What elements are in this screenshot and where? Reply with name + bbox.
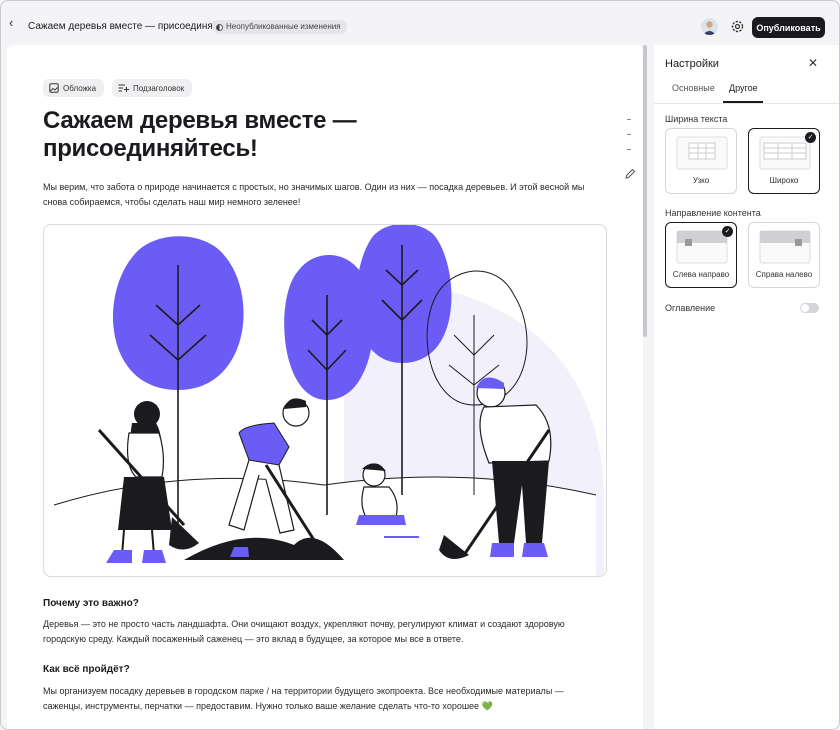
toggle-knob [801,304,809,312]
publish-button[interactable]: Опубликовать [752,17,825,38]
unpublished-changes-badge: Неопубликованные изменения [212,20,347,34]
check-icon: ✓ [805,132,816,143]
text-width-label: Ширина текста [665,114,728,124]
narrow-layout-icon [676,136,728,170]
close-icon[interactable]: ✕ [807,57,819,69]
back-chevron-icon[interactable]: ‹ [9,16,21,29]
direction-ltr-option[interactable]: Слева направо ✓ [665,222,737,288]
subtitle-label: Подзаголовок [133,83,185,93]
text-plus-icon [118,84,129,92]
outline-markers [627,119,631,164]
cover-label: Обложка [63,83,97,93]
content-direction-label: Направление контента [665,208,761,218]
badge-label: Неопубликованные изменения [226,22,341,31]
active-tab-indicator [723,101,763,103]
page-heading[interactable]: Сажаем деревья вместе — присоединяйтесь! [43,107,423,163]
section-heading-why[interactable]: Почему это важно? [43,598,139,609]
outline-marker[interactable] [627,119,631,120]
intro-paragraph[interactable]: Мы верим, что забота о природе начинаетс… [43,180,603,210]
direction-rtl-option[interactable]: Справа налево [748,222,820,288]
cover-button[interactable]: Обложка [43,79,105,97]
outline-marker[interactable] [627,149,631,150]
direction-ltr-label: Слева направо [672,270,730,279]
direction-rtl-label: Справа налево [755,270,813,279]
text-width-narrow-option[interactable]: Узко [665,128,737,194]
image-icon [49,83,59,93]
text-width-narrow-label: Узко [692,176,710,185]
gear-icon[interactable] [729,18,746,35]
avatar[interactable] [701,18,718,35]
toc-toggle[interactable] [800,303,819,313]
tab-basic[interactable]: Основные [672,83,715,93]
editor-canvas: Обложка Подзаголовок Сажаем деревья вмес… [7,45,643,729]
section-paragraph-why[interactable]: Деревья — это не просто часть ландшафта.… [43,617,603,647]
tree-planting-illustration[interactable] [43,224,607,577]
half-circle-icon [216,23,223,31]
subtitle-button[interactable]: Подзаголовок [112,79,193,97]
section-paragraph-how[interactable]: Мы организуем посадку деревьев в городск… [43,684,603,714]
tab-other[interactable]: Другое [729,83,758,93]
section-heading-how[interactable]: Как всё пройдёт? [43,664,130,675]
document-title: Сажаем деревья вместе — присоединяйтесь! [28,21,242,32]
outline-marker[interactable] [627,134,631,135]
top-bar: ‹ Сажаем деревья вместе — присоединяйтес… [1,1,839,45]
pencil-icon[interactable] [624,167,636,179]
tabs-divider [654,103,839,104]
app-window: ‹ Сажаем деревья вместе — присоединяйтес… [0,0,840,730]
text-width-wide-option[interactable]: Широко ✓ [748,128,820,194]
editor-scrollbar[interactable] [643,45,647,337]
text-width-wide-label: Широко [769,176,799,185]
check-icon: ✓ [722,226,733,237]
settings-title: Настройки [665,58,719,70]
toc-label: Оглавление [665,303,716,313]
rtl-layout-icon [759,230,811,264]
settings-panel: Настройки ✕ Основные Другое Ширина текст… [654,45,839,729]
